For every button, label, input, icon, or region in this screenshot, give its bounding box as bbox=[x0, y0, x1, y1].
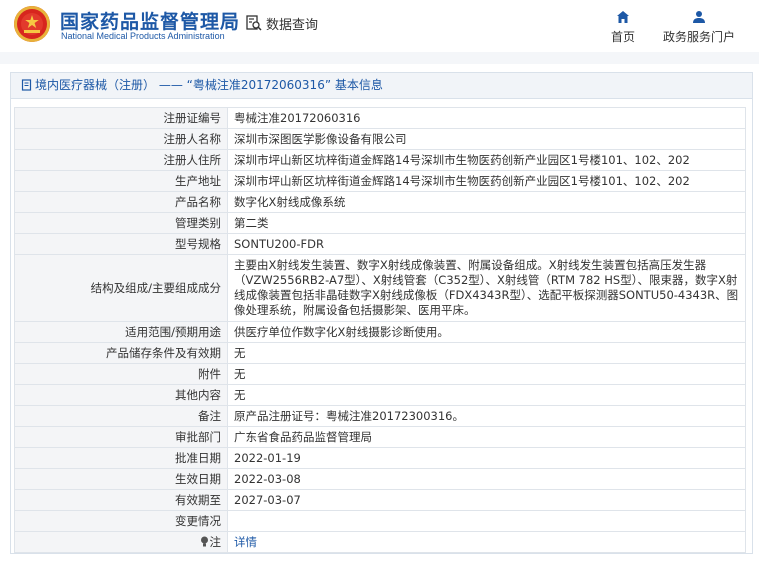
device-info-table: 注册证编号 粤械注准20172060316 注册人名称 深圳市深图医学影像设备有限公司… bbox=[14, 107, 746, 553]
device-info-panel: 境内医疗器械（注册） —— “粤械注准20172060316” 基本信息 注册证… bbox=[10, 72, 753, 554]
field-label-text: 其他内容 bbox=[175, 388, 221, 402]
field-label-text: 产品储存条件及有效期 bbox=[106, 346, 221, 360]
table-row: 型号规格 SONTU200-FDR bbox=[14, 233, 746, 255]
home-icon bbox=[617, 11, 629, 23]
field-label: 注 bbox=[14, 531, 228, 553]
field-label: 注册人名称 bbox=[14, 128, 228, 150]
field-label-text: 审批部门 bbox=[175, 430, 221, 444]
field-value: SONTU200-FDR bbox=[227, 233, 746, 255]
field-label: 批准日期 bbox=[14, 447, 228, 469]
table-row: 注册人住所 深圳市坪山新区坑梓街道金辉路14号深圳市生物医药创新产业园区1号楼10… bbox=[14, 149, 746, 171]
field-label: 产品储存条件及有效期 bbox=[14, 342, 228, 364]
field-label-text: 附件 bbox=[198, 367, 221, 381]
field-label: 生产地址 bbox=[14, 170, 228, 192]
field-value: 供医疗单位作数字化X射线摄影诊断使用。 bbox=[227, 321, 746, 343]
table-row: 备注 原产品注册证号：粤械注准20172300316。 bbox=[14, 405, 746, 427]
table-row: 有效期至 2027-03-07 bbox=[14, 489, 746, 511]
table-row: 结构及组成/主要组成成分 主要由X射线发生装置、数字X射线成像装置、附属设备组成。… bbox=[14, 254, 746, 322]
field-label-text: 生产地址 bbox=[175, 174, 221, 188]
data-search-icon bbox=[246, 15, 262, 31]
nav-home-label: 首页 bbox=[610, 30, 635, 44]
field-label: 审批部门 bbox=[14, 426, 228, 448]
table-row: 产品名称 数字化X射线成像系统 bbox=[14, 191, 746, 213]
bulb-icon bbox=[200, 536, 208, 547]
field-value: 第二类 bbox=[227, 212, 746, 234]
field-label: 型号规格 bbox=[14, 233, 228, 255]
field-label: 适用范围/预期用途 bbox=[14, 321, 228, 343]
field-label-text: 注 bbox=[209, 535, 222, 549]
field-label: 附件 bbox=[14, 363, 228, 385]
table-row: 批准日期 2022-01-19 bbox=[14, 447, 746, 469]
field-label-text: 适用范围/预期用途 bbox=[125, 325, 221, 339]
field-label-text: 备注 bbox=[198, 409, 221, 423]
field-value: 无 bbox=[227, 363, 746, 385]
table-row: 变更情况 bbox=[14, 510, 746, 532]
field-label: 结构及组成/主要组成成分 bbox=[14, 254, 228, 322]
field-value: 深圳市深图医学影像设备有限公司 bbox=[227, 128, 746, 150]
field-label: 产品名称 bbox=[14, 191, 228, 213]
field-value bbox=[227, 510, 746, 532]
document-icon bbox=[21, 79, 32, 91]
field-value: 深圳市坪山新区坑梓街道金辉路14号深圳市生物医药创新产业园区1号楼101、102… bbox=[227, 170, 746, 192]
field-value: 详情 bbox=[227, 531, 746, 553]
field-value: 2022-01-19 bbox=[227, 447, 746, 469]
field-label: 有效期至 bbox=[14, 489, 228, 511]
emblem-icon bbox=[21, 13, 43, 35]
table-row: 产品储存条件及有效期无 bbox=[14, 342, 746, 364]
field-label: 变更情况 bbox=[14, 510, 228, 532]
field-value: 广东省食品药品监督管理局 bbox=[227, 426, 746, 448]
field-label-text: 注册证编号 bbox=[163, 111, 222, 125]
field-value: 2022-03-08 bbox=[227, 468, 746, 490]
nav-home[interactable]: 首页 bbox=[608, 10, 638, 45]
field-label-text: 管理类别 bbox=[175, 216, 221, 230]
field-label-text: 变更情况 bbox=[175, 514, 221, 528]
user-icon bbox=[693, 11, 705, 23]
field-value: 主要由X射线发生装置、数字X射线成像装置、附属设备组成。X射线发生装置包括高压发… bbox=[227, 254, 746, 322]
field-label: 备注 bbox=[14, 405, 228, 427]
field-value: 数字化X射线成像系统 bbox=[227, 191, 746, 213]
table-row: 注详情 bbox=[14, 531, 746, 553]
nav-gov-portal[interactable]: 政务服务门户 bbox=[660, 10, 738, 45]
field-label: 注册证编号 bbox=[14, 107, 228, 129]
field-label: 其他内容 bbox=[14, 384, 228, 406]
field-label: 管理类别 bbox=[14, 212, 228, 234]
field-label-text: 注册人住所 bbox=[163, 153, 222, 167]
data-query-label: 数据查询 bbox=[266, 18, 319, 33]
field-value: 无 bbox=[227, 342, 746, 364]
field-label: 生效日期 bbox=[14, 468, 228, 490]
brand-title-cn[interactable]: 国家药品监督管理局 bbox=[60, 7, 240, 34]
field-label-text: 批准日期 bbox=[175, 451, 221, 465]
table-row: 生产地址 深圳市坪山新区坑梓街道金辉路14号深圳市生物医药创新产业园区1号楼101… bbox=[14, 170, 746, 192]
table-row: 审批部门 广东省食品药品监督管理局 bbox=[14, 426, 746, 448]
details-link[interactable]: 详情 bbox=[234, 535, 257, 549]
field-label-text: 注册人名称 bbox=[163, 132, 222, 146]
field-value: 无 bbox=[227, 384, 746, 406]
panel-title-text: 境内医疗器械（注册） —— “粤械注准20172060316” 基本信息 bbox=[35, 78, 383, 92]
table-row: 附件无 bbox=[14, 363, 746, 385]
nav-gov-label: 政务服务门户 bbox=[662, 30, 735, 44]
table-row: 管理类别 第二类 bbox=[14, 212, 746, 234]
field-label: 注册人住所 bbox=[14, 149, 228, 171]
field-value: 2027-03-07 bbox=[227, 489, 746, 511]
panel-title: 境内医疗器械（注册） —— “粤械注准20172060316” 基本信息 bbox=[11, 73, 752, 99]
table-row: 适用范围/预期用途 供医疗单位作数字化X射线摄影诊断使用。 bbox=[14, 321, 746, 343]
brand-title-en[interactable]: National Medical Products Administration bbox=[61, 31, 225, 41]
table-row: 注册证编号 粤械注准20172060316 bbox=[14, 107, 746, 129]
nmpa-emblem-logo[interactable] bbox=[14, 6, 50, 42]
table-row: 注册人名称 深圳市深图医学影像设备有限公司 bbox=[14, 128, 746, 150]
field-value: 深圳市坪山新区坑梓街道金辉路14号深圳市生物医药创新产业园区1号楼101、102… bbox=[227, 149, 746, 171]
field-label-text: 结构及组成/主要组成成分 bbox=[90, 281, 221, 295]
header-divider bbox=[0, 52, 759, 64]
site-header: 国家药品监督管理局 National Medical Products Admi… bbox=[0, 0, 759, 52]
field-value: 粤械注准20172060316 bbox=[227, 107, 746, 129]
field-label-text: 型号规格 bbox=[175, 237, 221, 251]
field-value: 原产品注册证号：粤械注准20172300316。 bbox=[227, 405, 746, 427]
table-row: 其他内容无 bbox=[14, 384, 746, 406]
table-row: 生效日期 2022-03-08 bbox=[14, 468, 746, 490]
field-label-text: 有效期至 bbox=[175, 493, 221, 507]
field-label-text: 生效日期 bbox=[175, 472, 221, 486]
field-label-text: 产品名称 bbox=[175, 195, 221, 209]
